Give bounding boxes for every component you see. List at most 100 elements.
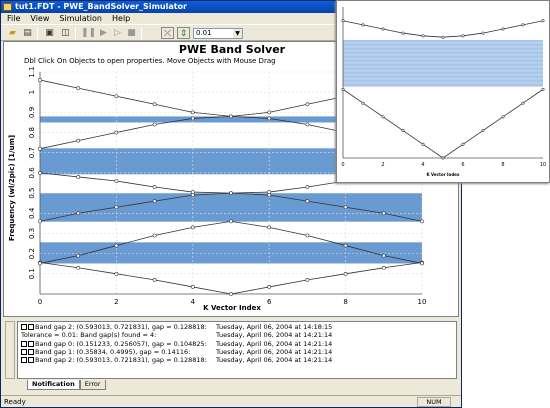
notification-row[interactable]: Band gap 1: (0.35834, 0.4995), gap = 0.1… xyxy=(21,348,453,356)
data-point xyxy=(76,211,81,216)
play-icon[interactable]: ▶ xyxy=(97,27,110,39)
band-curve xyxy=(342,20,544,38)
x-tick-label: 2 xyxy=(114,298,118,306)
notification-list[interactable]: Band gap 2: (0.593013, 0.721831), gap = … xyxy=(17,321,457,379)
data-point xyxy=(152,199,157,204)
data-point xyxy=(381,27,385,31)
data-point xyxy=(38,171,42,175)
toolbar-separator xyxy=(37,27,38,39)
notification-row[interactable]: Tolerance = 0.01: Band gap(s) found = 4:… xyxy=(21,331,453,339)
x-tick-label: 0 xyxy=(341,162,344,168)
window-title: tut1.FDT - PWE_BandSolver_Simulator xyxy=(15,2,187,11)
notification-time: Tuesday, April 06, 2004 at 14:21:14 xyxy=(216,331,333,340)
notification-message: Tolerance = 0.01: Band gap(s) found = 4: xyxy=(21,331,157,340)
data-point xyxy=(341,19,345,23)
notification-row[interactable]: Band gap 0: (0.151233, 0.256057), gap = … xyxy=(21,340,453,348)
y-tick-label: 0.4 xyxy=(28,207,36,219)
notification-row[interactable]: Band gap 2: (0.593013, 0.721831), gap = … xyxy=(21,356,453,364)
data-point xyxy=(401,31,405,35)
menu-file[interactable]: File xyxy=(7,13,20,24)
menu-simulation[interactable]: Simulation xyxy=(59,13,102,24)
data-point xyxy=(541,87,545,91)
notification-time: Tuesday, April 06, 2004 at 14:21:14 xyxy=(216,339,333,348)
notification-time: Tuesday, April 06, 2004 at 14:21:14 xyxy=(216,347,333,356)
x-tick-label: 4 xyxy=(191,298,196,306)
y-tick-label: 1.1 xyxy=(28,66,36,77)
row-checkbox[interactable] xyxy=(28,348,34,355)
data-point xyxy=(76,138,81,143)
step-size-value: 0.01 xyxy=(196,29,212,37)
print-icon[interactable]: ▤ xyxy=(21,27,34,39)
data-point xyxy=(481,129,485,133)
data-point xyxy=(501,27,505,31)
data-point xyxy=(305,102,310,107)
data-point xyxy=(152,185,157,189)
row-checkbox[interactable] xyxy=(28,357,34,364)
stop-icon[interactable]: ■ xyxy=(125,27,138,39)
app-icon xyxy=(3,3,12,11)
row-checkbox[interactable] xyxy=(21,324,27,330)
row-checkbox[interactable] xyxy=(21,348,27,355)
x-tick-label: 0 xyxy=(38,298,42,306)
y-tick-label: 0.8 xyxy=(28,127,36,138)
data-point xyxy=(421,34,425,38)
data-point xyxy=(190,193,195,198)
data-point xyxy=(521,23,525,27)
data-point xyxy=(190,285,195,289)
row-checkbox[interactable] xyxy=(21,357,27,364)
output-tabs: Notification Error xyxy=(27,380,106,390)
data-point xyxy=(461,142,465,146)
step-icon[interactable]: ▷ xyxy=(111,27,124,39)
x-tick-label: 4 xyxy=(421,162,424,168)
curve-icon[interactable]: ⤫ xyxy=(161,27,174,39)
num-lock-indicator: NUM xyxy=(417,397,451,407)
band-preview-chart: 0 2 4 6 8 10 K Vector Index xyxy=(341,7,546,177)
data-point xyxy=(343,271,348,276)
menu-view[interactable]: View xyxy=(30,13,49,24)
x-tick-label: 2 xyxy=(381,162,384,168)
data-point xyxy=(76,253,81,258)
row-checkbox[interactable] xyxy=(28,324,34,330)
status-bar: Ready NUM xyxy=(1,395,461,408)
y-tick-label: 0.9 xyxy=(28,107,36,118)
properties-icon[interactable]: ▣ xyxy=(43,27,56,39)
data-point xyxy=(441,156,445,160)
x-tick-label: 10 xyxy=(418,298,427,306)
row-checkbox[interactable] xyxy=(21,340,27,347)
data-point xyxy=(38,261,42,266)
up-down-icon[interactable]: ⇕ xyxy=(177,27,190,39)
data-point xyxy=(381,115,385,119)
y-tick-label: 0.2 xyxy=(28,248,36,259)
notification-message: Band gap 0: (0.151233, 0.256057), gap = … xyxy=(21,340,216,348)
data-point xyxy=(501,115,505,119)
data-point xyxy=(381,253,386,258)
data-point xyxy=(305,122,310,127)
data-point xyxy=(267,190,272,194)
data-point xyxy=(152,277,157,282)
notification-row[interactable]: Band gap 2: (0.593013, 0.721831), gap = … xyxy=(21,323,453,331)
menu-help[interactable]: Help xyxy=(112,13,130,24)
data-point xyxy=(114,130,119,135)
tab-error[interactable]: Error xyxy=(79,380,106,390)
band-preview-window[interactable]: 0 2 4 6 8 10 K Vector Index xyxy=(336,0,550,183)
pause-icon[interactable]: ❚❚ xyxy=(81,27,96,39)
row-checkbox[interactable] xyxy=(28,340,34,347)
layout-icon[interactable]: ◫ xyxy=(59,27,72,39)
data-point xyxy=(481,31,485,35)
data-point xyxy=(305,277,310,282)
tab-notification[interactable]: Notification xyxy=(27,380,80,390)
data-point xyxy=(114,243,119,248)
data-point xyxy=(114,271,119,276)
chevron-down-icon[interactable]: ▼ xyxy=(233,29,242,38)
data-point xyxy=(190,190,195,194)
notification-time: Tuesday, April 06, 2004 at 14:18:15 xyxy=(216,323,333,331)
data-point xyxy=(229,191,233,195)
step-size-select[interactable]: 0.01 ▼ xyxy=(193,28,243,39)
band-curve xyxy=(342,89,544,159)
data-point xyxy=(114,94,119,99)
data-point xyxy=(381,211,386,216)
data-point xyxy=(341,87,345,91)
folder-open-icon[interactable]: ▰ xyxy=(6,27,19,39)
data-point xyxy=(461,34,465,38)
pane-gripper[interactable] xyxy=(5,321,15,379)
